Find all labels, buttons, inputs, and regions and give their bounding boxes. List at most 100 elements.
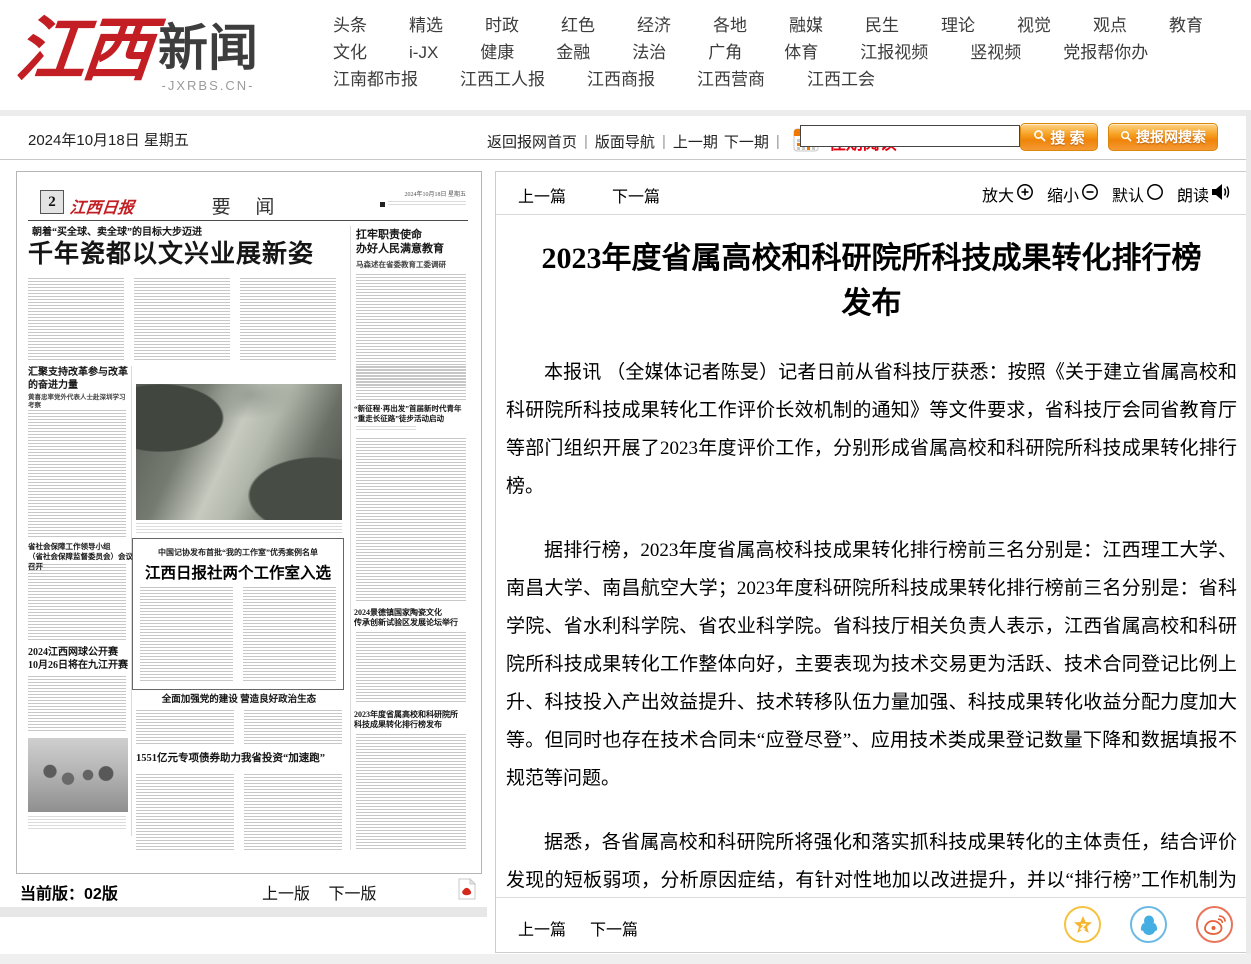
- nav-item[interactable]: 江南都市报: [333, 70, 418, 90]
- search-button-label: 搜 索: [1050, 127, 1084, 148]
- simulated-text: [356, 734, 466, 850]
- nav-item[interactable]: 竖视频: [970, 43, 1021, 63]
- nav-item[interactable]: 头条: [333, 16, 367, 36]
- issue-toolbar: 2024年10月18日 星期五 返回报网首页 | 版面导航 | 上一期 下一期 …: [0, 116, 1251, 160]
- right-headline-2-byline: [356, 426, 416, 432]
- nav-item[interactable]: 民生: [865, 16, 899, 36]
- logo-jiangxi-calligraphy: 江西: [11, 2, 154, 102]
- nav-item[interactable]: 融媒: [789, 16, 823, 36]
- zoom-in-control[interactable]: 放大: [982, 182, 1034, 206]
- logo-news-text: 新闻: [158, 20, 258, 76]
- qq-share-icon[interactable]: [1130, 906, 1167, 943]
- prev-page-link[interactable]: 上一版: [262, 886, 310, 903]
- issue-date: 2024年10月18日 星期五: [28, 129, 189, 150]
- site-search-icon: [1120, 129, 1132, 145]
- article-footer: 上一篇 下一篇: [496, 897, 1247, 952]
- main-nav: 头条 精选 时政 红色 经济 各地 融媒 民生 理论 视觉 观点 教育 文化 i…: [333, 16, 1238, 90]
- article-paragraph: 本报讯 （全媒体记者陈旻）记者日前从省科技厅获悉：按照《关于建立省属高校和科研院…: [506, 354, 1237, 506]
- search-input[interactable]: [800, 125, 1020, 147]
- nav-item[interactable]: 教育: [1169, 16, 1203, 36]
- simulated-text: [28, 410, 126, 538]
- next-article-link-bottom[interactable]: 下一篇: [590, 916, 638, 940]
- site-search-button-label: 搜报网搜索: [1136, 127, 1206, 147]
- nav-item[interactable]: 江西工人报: [460, 70, 545, 90]
- nav-item[interactable]: 精选: [409, 16, 443, 36]
- page-bottom-edge: [0, 954, 1251, 964]
- nav-item[interactable]: 江西商报: [587, 70, 655, 90]
- article-paragraph: 据悉，各省属高校和科研院所将强化和落实抓科技成果转化的主体责任，结合评价发现的短…: [506, 824, 1237, 896]
- paper-dateline: 2024年10月18日 星期五: [346, 191, 466, 207]
- site-search-button[interactable]: 搜报网搜索: [1108, 123, 1218, 151]
- box-headline: 江西日报社两个工作室入选: [133, 561, 343, 583]
- nav-item[interactable]: 江西工会: [807, 70, 875, 90]
- nav-item[interactable]: 文化: [333, 43, 367, 63]
- simulated-text: [140, 587, 233, 681]
- article-paragraph: 据排行榜，2023年度省属高校科技成果转化排行榜前三名分别是：江西理工大学、南昌…: [506, 532, 1237, 798]
- nav-item[interactable]: 健康: [480, 43, 514, 63]
- left-column-divider-band: [0, 907, 487, 917]
- people-photo: [28, 738, 128, 812]
- right-headline-1-byline: 马森述在省委教育工委调研: [356, 260, 446, 270]
- search-button[interactable]: 搜 索: [1020, 123, 1098, 151]
- nav-item[interactable]: 金融: [556, 43, 590, 63]
- nav-item[interactable]: 红色: [561, 16, 595, 36]
- pdf-icon[interactable]: [458, 878, 476, 905]
- right-headline-4: 2023年度省属高校和科研院所科技成果转化排行榜发布: [354, 710, 468, 731]
- nav-item[interactable]: i-JX: [409, 43, 438, 63]
- qzone-share-icon[interactable]: [1064, 906, 1101, 943]
- zoom-in-icon: [1016, 183, 1034, 206]
- photo-caption: [28, 816, 126, 830]
- nav-item[interactable]: 广角: [708, 43, 742, 63]
- search-icon: [1033, 129, 1046, 146]
- nav-item[interactable]: 理论: [941, 16, 975, 36]
- page-right-edge: [1246, 110, 1251, 964]
- nav-item[interactable]: 江西营商: [697, 70, 765, 90]
- nav-item[interactable]: 党报帮你办: [1063, 43, 1148, 63]
- nav-item[interactable]: 各地: [713, 16, 747, 36]
- nav-item[interactable]: 体育: [784, 43, 818, 63]
- nav-item[interactable]: 经济: [637, 16, 671, 36]
- next-issue-link[interactable]: 下一期: [724, 131, 769, 152]
- nav-item[interactable]: 江报视频: [860, 43, 928, 63]
- masthead-rule: [28, 220, 468, 221]
- simulated-text: [134, 278, 230, 362]
- next-article-link[interactable]: 下一篇: [612, 183, 660, 207]
- right-headline-2: “新征程·再出发”首届新时代青年“重走长征路”徒步活动启动: [354, 404, 468, 424]
- weibo-share-icon[interactable]: [1196, 906, 1233, 943]
- simulated-text: [244, 710, 342, 744]
- simulated-text: [136, 774, 234, 850]
- nav-item[interactable]: 视觉: [1017, 16, 1051, 36]
- nav-item[interactable]: 时政: [485, 16, 519, 36]
- right-headline-3: 2024景德镇国家陶瓷文化传承创新试验区发展论坛举行: [354, 608, 468, 629]
- prev-article-link-bottom[interactable]: 上一篇: [518, 916, 566, 940]
- nav-item[interactable]: 法治: [632, 43, 666, 63]
- home-link[interactable]: 返回报网首页: [487, 131, 577, 152]
- article-main: 2023年度省属高校和科研院所科技成果转化排行榜 发布 本报讯 （全媒体记者陈旻…: [496, 214, 1247, 896]
- prev-article-link[interactable]: 上一篇: [518, 183, 566, 207]
- box-kicker: 中国记协发布首批“我的工作室”优秀案例名单: [133, 547, 343, 558]
- simulated-text: [244, 774, 342, 850]
- left-headline-3: 2024江西网球公开赛10月26日将在九江开赛: [28, 646, 128, 672]
- river-aerial-photo: [136, 384, 342, 520]
- layout-nav-link[interactable]: 版面导航: [595, 131, 655, 152]
- newspaper-page: 2 江西日报 要 闻 2024年10月18日 星期五 朝着“买全球、卖全球”的目…: [28, 182, 468, 861]
- read-aloud-control[interactable]: 朗读: [1177, 182, 1231, 206]
- simulated-text: [136, 710, 234, 744]
- article-body: 本报讯 （全媒体记者陈旻）记者日前从省科技厅获悉：按照《关于建立省属高校和科研院…: [506, 354, 1237, 896]
- simulated-text: [356, 438, 466, 602]
- zoom-out-icon: [1081, 183, 1099, 206]
- site-logo[interactable]: 江西 新闻 -JXRBS.CN-: [16, 2, 258, 102]
- newspaper-page-thumbnail[interactable]: 2 江西日报 要 闻 2024年10月18日 星期五 朝着“买全球、卖全球”的目…: [16, 171, 482, 874]
- next-page-link[interactable]: 下一版: [328, 886, 376, 903]
- zoom-out-control[interactable]: 缩小: [1047, 182, 1099, 206]
- article-toolbar: 上一篇 下一篇 放大 缩小 默认: [496, 172, 1247, 215]
- left-headline-1-byline: 黄喜忠率党外代表人士赴深圳学习考察: [28, 394, 128, 411]
- editor-mark: [380, 202, 385, 207]
- lead-kicker: 朝着“买全球、卖全球”的目标大步迈进: [32, 226, 202, 239]
- default-size-control[interactable]: 默认: [1112, 182, 1164, 206]
- simulated-text: [28, 278, 124, 362]
- prev-issue-link[interactable]: 上一期: [673, 131, 718, 152]
- nav-item[interactable]: 观点: [1093, 16, 1127, 36]
- photo-caption: [136, 523, 342, 534]
- boxed-article: 中国记协发布首批“我的工作室”优秀案例名单 江西日报社两个工作室入选: [132, 538, 344, 690]
